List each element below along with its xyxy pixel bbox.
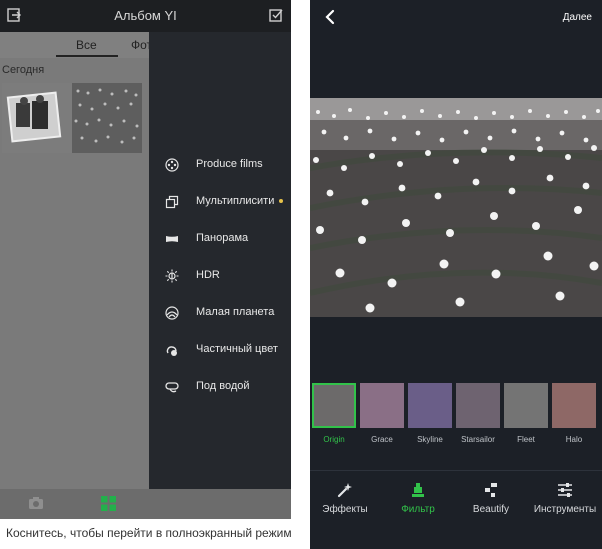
menu-item-label: Частичный цвет [196, 343, 278, 355]
photo-editor-screen: Далее Origin Grace Skyline Starsailor Fl… [310, 0, 602, 549]
section-date: Сегодня [2, 64, 45, 76]
tool-beautify[interactable]: Beautify [456, 480, 526, 520]
create-menu-drawer: Produce films Мультиплисити Панорама HDR [149, 32, 291, 519]
filter-thumbnail [408, 383, 452, 428]
menu-item-label: Под водой [196, 380, 250, 392]
menu-item-label: Produce films [196, 158, 263, 170]
copy-icon [165, 195, 179, 209]
album-screen: Альбом YI Все Фот Сегодня Produce films … [0, 0, 291, 549]
select-icon[interactable] [268, 7, 284, 23]
filter-grace[interactable]: Grace [360, 383, 404, 445]
sliders-icon [558, 483, 572, 497]
fullscreen-hint: Коснитесь, чтобы перейти в полноэкранный… [6, 526, 291, 540]
filter-strip: Origin Grace Skyline Starsailor Fleet Ha… [310, 383, 602, 445]
filter-thumbnail [312, 383, 356, 428]
underwater-icon [165, 382, 179, 393]
partial-color-icon [166, 346, 177, 356]
filter-skyline[interactable]: Skyline [408, 383, 452, 445]
menu-item-underwater[interactable]: Под водой [149, 374, 291, 400]
filter-thumbnail [504, 383, 548, 428]
filter-thumbnail [552, 383, 596, 428]
back-arrow-icon[interactable] [322, 8, 338, 26]
album-top-bar: Альбом YI [0, 0, 291, 32]
tool-effects[interactable]: Эффекты [310, 480, 380, 520]
photo-thumbnail[interactable] [2, 83, 72, 153]
tool-label: Beautify [472, 504, 510, 515]
filter-icon [412, 483, 424, 497]
album-bottom-nav [0, 489, 291, 519]
panorama-icon [166, 236, 178, 242]
menu-item-label: HDR [196, 269, 220, 281]
tool-label: Инструменты [533, 504, 597, 515]
filter-fleet[interactable]: Fleet [504, 383, 548, 445]
tool-label: Эффекты [322, 504, 368, 515]
tab-all[interactable]: Все [76, 38, 97, 52]
filter-thumbnail [456, 383, 500, 428]
next-button[interactable]: Далее [563, 12, 592, 23]
photo-preview [310, 98, 602, 317]
menu-item-panorama[interactable]: Панорама [149, 226, 291, 252]
beautify-icon [485, 483, 497, 497]
menu-item-hdr[interactable]: HDR [149, 263, 291, 289]
menu-item-partial-color[interactable]: Частичный цвет [149, 337, 291, 363]
photo-thumbnail[interactable] [72, 83, 142, 153]
tab-all-underline [56, 55, 118, 57]
menu-item-tiny-planet[interactable]: Малая планета [149, 300, 291, 326]
filter-halo[interactable]: Halo [552, 383, 596, 445]
fullscreen-hint-bar: Коснитесь, чтобы перейти в полноэкранный… [0, 519, 291, 549]
menu-item-label: Мультиплисити [196, 195, 275, 207]
grid-icon[interactable] [101, 496, 116, 511]
toolbar-divider [310, 470, 602, 471]
film-icon [165, 158, 179, 172]
camera-icon[interactable] [28, 496, 44, 510]
menu-item-multiplicity[interactable]: Мультиплисити [149, 189, 291, 215]
tool-filter[interactable]: Фильтр [383, 480, 453, 520]
tool-label: Фильтр [401, 504, 435, 515]
filter-origin[interactable]: Origin [312, 383, 356, 445]
magic-wand-icon [337, 483, 352, 498]
filter-label: Halo [565, 435, 583, 444]
tool-instruments[interactable]: Инструменты [530, 480, 600, 520]
menu-item-label: Малая планета [196, 306, 275, 318]
filter-thumbnail [360, 383, 404, 428]
menu-item-label: Панорама [196, 232, 249, 244]
tiny-planet-icon [165, 306, 179, 320]
filter-starsailor[interactable]: Starsailor [456, 383, 500, 445]
menu-item-produce-films[interactable]: Produce films [149, 152, 291, 178]
new-badge-dot [279, 199, 283, 203]
hdr-icon [165, 269, 179, 283]
album-title: Альбом YI [114, 8, 177, 23]
